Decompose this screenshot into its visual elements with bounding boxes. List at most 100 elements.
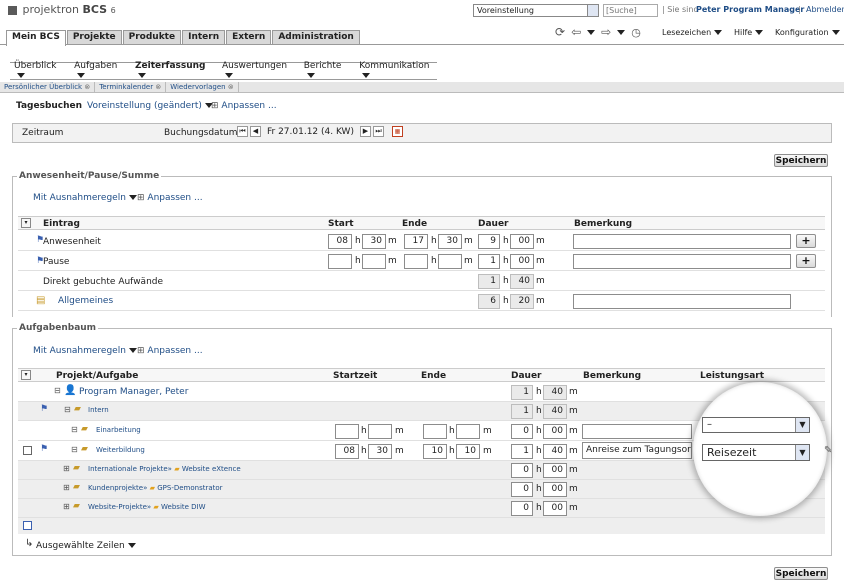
start-hour-input[interactable]: 08 [328, 234, 352, 249]
nav-zeiterfassung[interactable]: Zeiterfassung [135, 61, 213, 81]
nav-kommunikation[interactable]: Kommunikation [359, 61, 437, 81]
user-name-link[interactable]: Peter Program Manager [696, 5, 804, 14]
duration-hour-input[interactable]: 0 [511, 482, 533, 497]
start-min-input[interactable] [362, 254, 386, 269]
collapse-icon[interactable]: ⊟ [54, 386, 61, 395]
add-button[interactable]: + [796, 254, 816, 268]
end-hour-input[interactable]: 10 [423, 444, 447, 459]
remark-input[interactable] [573, 294, 791, 309]
duration-min-input[interactable]: 00 [543, 501, 567, 516]
select-all-icon[interactable]: ▾ [21, 218, 31, 228]
collapse-icon[interactable]: ⊟ [71, 425, 78, 434]
select-all-icon[interactable]: ▾ [21, 370, 31, 380]
expand-icon[interactable]: ⊞ [63, 483, 70, 492]
first-icon[interactable]: ⏮ [237, 126, 248, 137]
start-min-input[interactable]: 30 [368, 444, 392, 459]
tasks-customize-link[interactable]: ⊞ Anpassen ... [137, 346, 203, 356]
collapse-icon[interactable]: ⊟ [71, 445, 78, 454]
calendar-icon[interactable]: ▦ [391, 126, 403, 137]
remark-input[interactable] [573, 254, 791, 269]
task-label-link[interactable]: Website-Projekte» ▰ Website DIW [88, 503, 206, 511]
task-label-link[interactable]: Kundenprojekte» ▰ GPS-Demonstrator [88, 484, 223, 492]
end-hour-input[interactable]: 17 [404, 234, 428, 249]
nav-auswertungen[interactable]: Auswertungen [222, 61, 295, 81]
customize-link[interactable]: ⊞ Anpassen ... [211, 101, 277, 111]
config-menu[interactable]: Konfiguration [775, 28, 840, 37]
row-label-link[interactable]: Allgemeines [58, 296, 113, 306]
start-hour-input[interactable] [335, 424, 359, 439]
save-button-bottom[interactable]: Speichern [774, 567, 828, 580]
last-icon[interactable]: ⏭ [372, 126, 384, 137]
expand-icon[interactable]: ⊞ [63, 502, 70, 511]
attendance-rules-menu[interactable]: Mit Ausnahmeregeln [33, 193, 137, 203]
task-label-link[interactable]: Weiterbildung [96, 446, 145, 454]
collapse-icon[interactable]: ⊟ [64, 405, 71, 414]
end-min-input[interactable]: 10 [456, 444, 480, 459]
add-button[interactable]: + [796, 234, 816, 248]
remark-input[interactable] [582, 424, 692, 439]
task-label-link[interactable]: Einarbeitung [96, 426, 141, 434]
task-label-link[interactable]: Internationale Projekte» ▰ Website eXten… [88, 465, 241, 473]
task-label-link[interactable]: Intern [88, 406, 109, 414]
tasks-rules-menu[interactable]: Mit Ausnahmeregeln [33, 346, 137, 356]
back-icon[interactable]: ⇦ [571, 25, 581, 39]
page-tab-followups[interactable]: Wiedervorlagen ⊗ [166, 82, 239, 92]
start-min-input[interactable] [368, 424, 392, 439]
nav-ueberblick[interactable]: Überblick [14, 61, 65, 81]
prev-icon[interactable]: ◀ [250, 126, 261, 137]
row-checkbox[interactable] [23, 446, 32, 455]
end-hour-input[interactable] [404, 254, 428, 269]
selected-rows-menu[interactable]: Ausgewählte Zeilen [36, 541, 136, 551]
duration-hour-input[interactable]: 0 [511, 424, 533, 439]
expand-icon[interactable]: ⊞ [63, 464, 70, 473]
end-min-input[interactable] [438, 254, 462, 269]
remark-input[interactable]: Anreise zum Tagungsort [582, 442, 692, 459]
preset-menu[interactable]: Voreinstellung (geändert) [87, 101, 213, 111]
forward-down-icon[interactable] [617, 29, 626, 35]
duration-min-input[interactable]: 00 [510, 234, 534, 249]
tab-produkte[interactable]: Produkte [122, 30, 182, 45]
task-label-link[interactable]: Program Manager, Peter [79, 387, 188, 397]
close-icon[interactable]: ⊗ [228, 83, 234, 91]
refresh-icon[interactable]: ⟳ [555, 25, 565, 39]
duration-min-input[interactable]: 00 [510, 254, 534, 269]
duration-hour-input[interactable]: 1 [511, 444, 533, 459]
tab-extern[interactable]: Extern [226, 30, 272, 45]
nav-aufgaben[interactable]: Aufgaben [74, 61, 126, 81]
clock-clear-icon[interactable]: ◷ [631, 26, 641, 39]
tab-administration[interactable]: Administration [272, 30, 360, 45]
attendance-customize-link[interactable]: ⊞ Anpassen ... [137, 193, 203, 203]
select-all-checkbox[interactable] [23, 521, 32, 530]
close-icon[interactable]: ⊗ [84, 83, 90, 91]
tab-mein-bcs[interactable]: Mein BCS [6, 30, 66, 46]
duration-min-input[interactable]: 00 [543, 482, 567, 497]
page-tab-calendar[interactable]: Terminkalender ⊗ [95, 82, 167, 92]
help-menu[interactable]: Hilfe [734, 28, 764, 37]
page-tab-overview[interactable]: Persönlicher Überblick ⊗ [0, 82, 96, 92]
history-down-icon[interactable] [587, 29, 596, 35]
forward-icon[interactable]: ⇨ [601, 25, 611, 39]
duration-min-input[interactable]: 40 [543, 444, 567, 459]
kind-select[interactable]: – ▼ [702, 417, 810, 433]
logout-link[interactable]: Abmelden [806, 5, 844, 14]
save-button-top[interactable]: Speichern [774, 154, 828, 167]
nav-berichte[interactable]: Berichte [304, 61, 351, 81]
duration-min-input[interactable]: 00 [543, 424, 567, 439]
next-icon[interactable]: ▶ [359, 126, 371, 137]
end-min-input[interactable] [456, 424, 480, 439]
start-min-input[interactable]: 30 [362, 234, 386, 249]
duration-min-input[interactable]: 00 [543, 463, 567, 478]
end-hour-input[interactable] [423, 424, 447, 439]
search-input[interactable] [603, 4, 658, 17]
duration-hour-input[interactable]: 9 [478, 234, 500, 249]
remark-input[interactable] [573, 234, 791, 249]
duration-hour-input[interactable]: 1 [478, 254, 500, 269]
pencil-icon[interactable]: ✎ [824, 445, 832, 456]
close-icon[interactable]: ⊗ [155, 83, 161, 91]
bookmarks-menu[interactable]: Lesezeichen [662, 28, 723, 37]
kind-select[interactable]: Reisezeit ▼ [702, 444, 810, 461]
end-min-input[interactable]: 30 [438, 234, 462, 249]
duration-hour-input[interactable]: 0 [511, 501, 533, 516]
view-select[interactable]: Voreinstellung [473, 4, 599, 17]
start-hour-input[interactable] [328, 254, 352, 269]
